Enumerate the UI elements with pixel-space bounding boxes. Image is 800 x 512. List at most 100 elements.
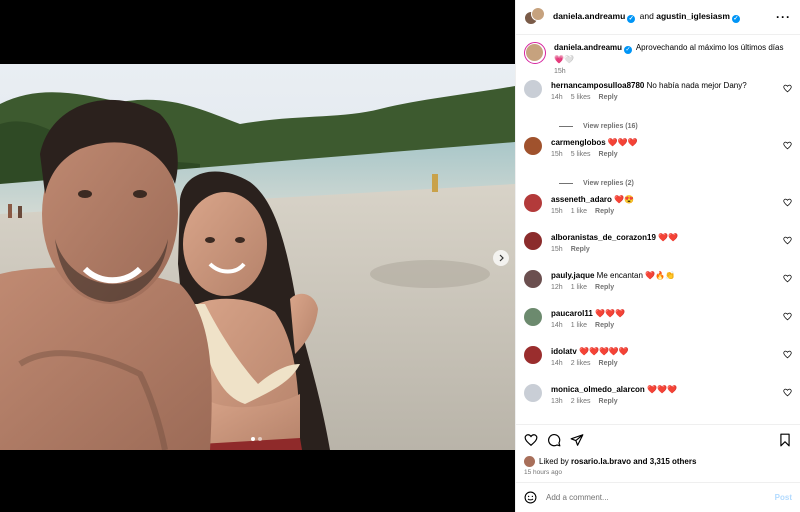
reply-button[interactable]: Reply <box>571 246 590 253</box>
comment-item: idolatv ❤️❤️❤️❤️❤️ 14h 2 likes Reply <box>516 346 800 384</box>
avatar <box>531 7 545 21</box>
caption-avatar-ring[interactable] <box>524 42 546 64</box>
comment-message: Me encantan ❤️🔥👏 <box>596 271 676 280</box>
comment-likes-count[interactable]: 1 like <box>571 284 587 291</box>
avatar[interactable] <box>524 80 542 98</box>
comment-username[interactable]: pauly.jaque <box>551 271 594 280</box>
view-replies-button[interactable]: View replies (2) <box>559 180 634 187</box>
reply-button[interactable]: Reply <box>599 94 618 101</box>
comment-message: ❤️❤️❤️ <box>607 138 638 147</box>
comment-meta: 15h 1 like Reply <box>551 208 790 215</box>
comment-item: pauly.jaque Me encantan ❤️🔥👏 12h 1 like Rep… <box>516 270 800 308</box>
comment-message: No había nada mejor Dany? <box>646 81 747 90</box>
comment-like-heart-icon[interactable] <box>783 274 792 283</box>
post-header: daniela.andreamu ✓ and agustin_iglesiasm ✓… <box>516 0 800 35</box>
comment-likes-count[interactable]: 5 likes <box>571 94 591 101</box>
carousel-dot-1 <box>251 437 255 441</box>
caption-emojis: 💗🤍 <box>554 55 574 64</box>
view-replies-button[interactable]: View replies (16) <box>559 123 638 130</box>
comment-text: monica_olmedo_alarcon ❤️❤️❤️ <box>551 384 790 395</box>
comment-username[interactable]: hernancamposulloa8780 <box>551 81 644 90</box>
comment-item: alboranistas_de_corazon19 ❤️❤️ 15h Reply <box>516 232 800 270</box>
comment-text: pauly.jaque Me encantan ❤️🔥👏 <box>551 270 790 281</box>
comment-like-heart-icon[interactable] <box>783 141 792 150</box>
comment-username[interactable]: alboranistas_de_corazon19 <box>551 233 656 242</box>
post-media <box>0 0 515 512</box>
comment-meta: 14h 2 likes Reply <box>551 360 790 367</box>
save-bookmark-icon[interactable] <box>778 433 792 447</box>
caption-username[interactable]: daniela.andreamu <box>554 43 622 52</box>
comment-body: paucarol11 ❤️❤️❤️ 14h 1 like Reply <box>551 308 790 346</box>
collab-avatars[interactable] <box>524 7 545 27</box>
comment-like-heart-icon[interactable] <box>783 84 792 93</box>
comment-likes-count[interactable]: 1 like <box>571 208 587 215</box>
comment-username[interactable]: carmenglobos <box>551 138 606 147</box>
view-replies-label: View replies (2) <box>583 180 634 187</box>
liked-by-others[interactable]: and 3,315 others <box>633 457 696 466</box>
more-options-icon[interactable]: ··· <box>776 10 790 24</box>
reply-button[interactable]: Reply <box>599 398 618 405</box>
comment-text: paucarol11 ❤️❤️❤️ <box>551 308 790 319</box>
comment-item: monica_olmedo_alarcon ❤️❤️❤️ 13h 2 likes Re… <box>516 384 800 422</box>
liked-by-user[interactable]: rosario.la.bravo <box>571 457 631 466</box>
comment-like-heart-icon[interactable] <box>783 198 792 207</box>
comment-body: alboranistas_de_corazon19 ❤️❤️ 15h Reply <box>551 232 790 270</box>
comment-message: ❤️❤️❤️ <box>595 309 625 318</box>
post-comment-button[interactable]: Post <box>775 493 792 502</box>
comment-username[interactable]: monica_olmedo_alarcon <box>551 385 645 394</box>
comment-username[interactable]: asseneth_adaro <box>551 195 612 204</box>
comment-username[interactable]: paucarol11 <box>551 309 593 318</box>
comment-meta: 13h 2 likes Reply <box>551 398 790 405</box>
reply-button[interactable]: Reply <box>595 284 614 291</box>
comment-time: 12h <box>551 284 563 291</box>
comment-like-heart-icon[interactable] <box>783 312 792 321</box>
comment-username[interactable]: idolatv <box>551 347 577 356</box>
reply-button[interactable]: Reply <box>599 151 618 158</box>
comment-meta: 15h Reply <box>551 246 790 253</box>
avatar[interactable] <box>524 270 542 288</box>
like-heart-icon[interactable] <box>524 433 538 447</box>
author-username-2[interactable]: agustin_iglesiasm <box>656 11 730 21</box>
comment-likes-count[interactable]: 2 likes <box>571 398 591 405</box>
comment-message: ❤️❤️❤️ <box>647 385 677 394</box>
comment-like-heart-icon[interactable] <box>783 236 792 245</box>
comment-likes-count[interactable]: 1 like <box>571 322 587 329</box>
comment-text: idolatv ❤️❤️❤️❤️❤️ <box>551 346 790 357</box>
comments-list[interactable]: daniela.andreamu ✓ Aprovechando al máximo… <box>516 35 800 424</box>
post-photo[interactable] <box>0 64 515 450</box>
share-paper-plane-icon[interactable] <box>570 433 584 447</box>
comment-icon[interactable] <box>547 433 561 447</box>
avatar[interactable] <box>524 308 542 326</box>
caption-time: 15h <box>554 68 783 75</box>
verified-badge-icon: ✓ <box>627 15 636 23</box>
reply-button[interactable]: Reply <box>595 322 614 329</box>
emoji-smiley-icon[interactable] <box>524 491 537 504</box>
comments-panel: daniela.andreamu ✓ and agustin_iglesiasm ✓… <box>515 0 800 512</box>
reply-button[interactable]: Reply <box>599 360 618 367</box>
comment-like-heart-icon[interactable] <box>783 350 792 359</box>
carousel-indicator <box>251 437 262 441</box>
avatar[interactable] <box>524 384 542 402</box>
comment-like-heart-icon[interactable] <box>783 388 792 397</box>
comment-likes-count[interactable]: 5 likes <box>571 151 591 158</box>
next-image-button[interactable] <box>493 250 509 266</box>
comment-likes-count[interactable]: 2 likes <box>571 360 591 367</box>
post-actions <box>516 424 800 454</box>
comment-meta: 12h 1 like Reply <box>551 284 790 291</box>
caption-text: daniela.andreamu ✓ Aprovechando al máximo… <box>554 42 783 65</box>
comment-item: carmenglobos ❤️❤️❤️ 15h 5 likes Reply View r… <box>516 137 800 194</box>
avatar[interactable] <box>524 232 542 250</box>
add-comment-input[interactable] <box>546 493 775 502</box>
avatar[interactable] <box>524 346 542 364</box>
comment-message: ❤️❤️ <box>658 233 679 242</box>
caption-body: Aprovechando al máximo los últimos días <box>635 43 784 52</box>
comment-meta: 14h 1 like Reply <box>551 322 790 329</box>
comment-time: 15h <box>551 208 563 215</box>
comment-item: hernancamposulloa8780 No había nada mejo… <box>516 80 800 137</box>
likes-summary: Liked by rosario.la.bravo and 3,315 othe… <box>516 454 800 468</box>
reply-button[interactable]: Reply <box>595 208 614 215</box>
avatar <box>526 44 543 61</box>
avatar[interactable] <box>524 194 542 212</box>
author-username-1[interactable]: daniela.andreamu <box>553 11 625 21</box>
avatar[interactable] <box>524 137 542 155</box>
